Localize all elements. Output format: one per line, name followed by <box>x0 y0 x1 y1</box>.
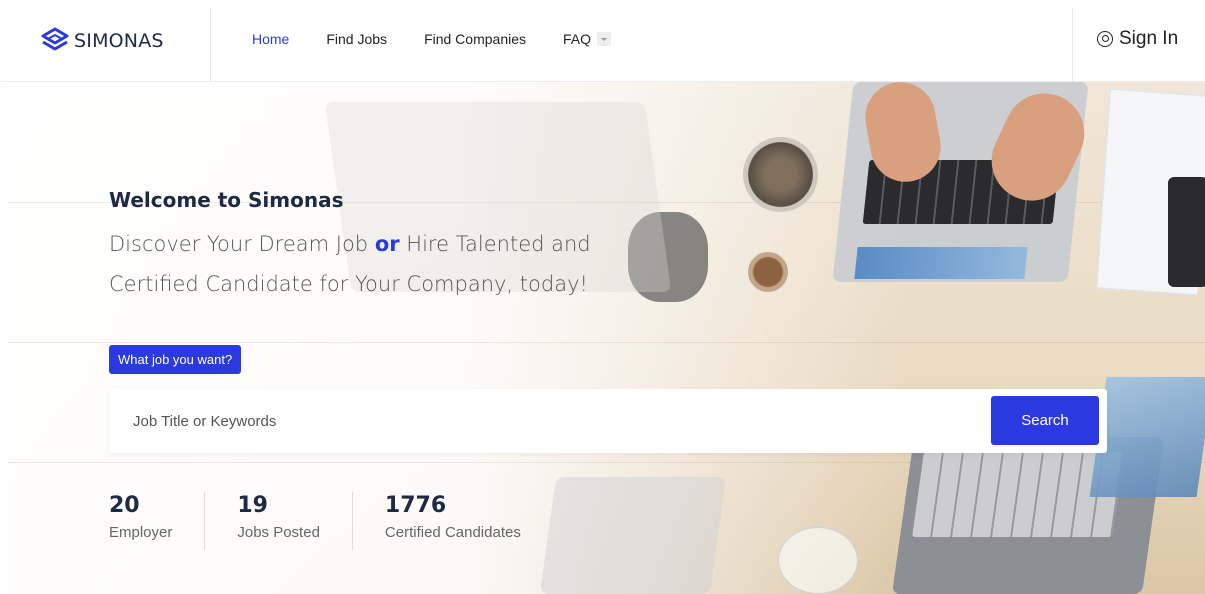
hero-welcome-heading: Welcome to Simonas <box>109 188 344 212</box>
nav-find-jobs[interactable]: Find Jobs <box>326 31 387 47</box>
search-button[interactable]: Search <box>991 396 1099 445</box>
stats-row: 20 Employer 19 Jobs Posted 1776 Certifie… <box>109 492 585 550</box>
nav-faq[interactable]: FAQ <box>563 31 612 47</box>
stat-label: Certified Candidates <box>384 524 521 541</box>
header-divider-right <box>1072 8 1073 82</box>
tagline-part-1: Discover Your Dream Job <box>109 232 375 256</box>
logo-text: SIMONAS <box>74 30 164 52</box>
sign-in-label: Sign In <box>1119 28 1179 49</box>
stat-number: 20 <box>109 493 140 518</box>
stat-number: 1776 <box>384 493 447 518</box>
nav-find-companies[interactable]: Find Companies <box>424 31 526 47</box>
stat-certified-candidates: 1776 Certified Candidates <box>385 492 553 550</box>
user-circle-icon <box>1097 31 1113 47</box>
tagline-or: or <box>374 232 400 256</box>
header-divider <box>210 8 211 82</box>
top-navbar: SIMONAS Home Find Jobs Find Companies FA… <box>0 0 1205 82</box>
stat-label: Employer <box>109 524 173 541</box>
stat-jobs-posted: 19 Jobs Posted <box>237 492 353 550</box>
nav-home[interactable]: Home <box>252 31 289 47</box>
main-nav: Home Find Jobs Find Companies FAQ <box>252 31 648 47</box>
chevron-down-icon <box>597 32 612 46</box>
search-bar: Search <box>109 389 1107 453</box>
search-input[interactable] <box>133 409 933 433</box>
stat-label: Jobs Posted <box>237 524 320 541</box>
stat-number: 19 <box>237 493 268 518</box>
nav-faq-label: FAQ <box>563 31 592 47</box>
hero-tagline: Discover Your Dream Job or Hire Talented… <box>109 224 669 304</box>
logo[interactable]: SIMONAS <box>40 27 164 55</box>
logo-icon <box>41 27 69 51</box>
search-badge: What job you want? <box>109 345 242 374</box>
sign-in-button[interactable]: Sign In <box>1097 28 1178 50</box>
stat-employer: 20 Employer <box>109 492 206 550</box>
